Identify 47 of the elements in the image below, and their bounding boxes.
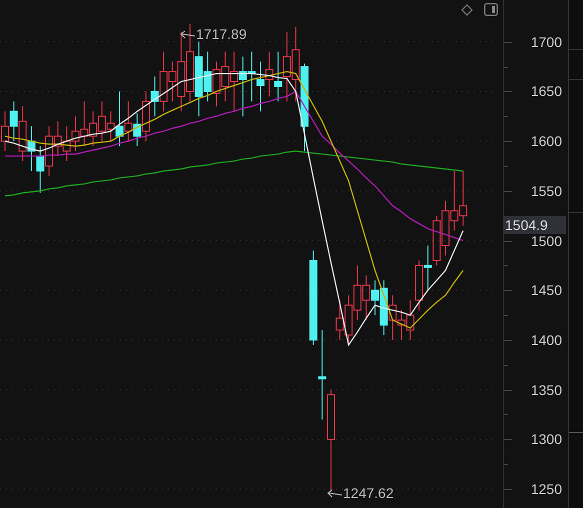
- high-price-label: 1717.89: [196, 25, 247, 44]
- candlestick: [265, 51, 274, 97]
- candlestick: [10, 100, 18, 142]
- price-axis-label: 1650: [530, 83, 562, 100]
- candlestick: [80, 100, 88, 147]
- candlestick: [45, 126, 54, 176]
- arrow-icon: [327, 488, 343, 498]
- price-axis-label: 1400: [530, 332, 562, 348]
- price-axis-label: 1600: [530, 133, 562, 150]
- candlestick: [336, 300, 344, 340]
- price-axis-label: 1300: [530, 431, 562, 448]
- candlestick: [62, 126, 71, 162]
- candlestick: [450, 170, 458, 232]
- candlestick: [432, 215, 441, 266]
- candlestick: [221, 51, 230, 102]
- price-axis-label: 1700: [530, 34, 562, 50]
- price-axis-label: 1350: [530, 382, 562, 398]
- candlestick: [230, 51, 238, 112]
- candlestick: [98, 100, 106, 142]
- price-axis-label: 1450: [530, 282, 562, 298]
- price-axis-label: 1550: [530, 182, 562, 199]
- candlestick: [353, 264, 362, 321]
- price-axis-label: 1500: [530, 232, 562, 249]
- candlestick: [415, 260, 424, 311]
- candlestick: [212, 61, 220, 107]
- price-axis-label: 1250: [530, 481, 562, 498]
- candlestick: [18, 106, 27, 162]
- panel-toggle-icon[interactable]: [484, 3, 498, 16]
- low-price-label: 1247.62: [343, 484, 394, 503]
- candlestick: [124, 100, 132, 142]
- candlestick: [274, 51, 282, 102]
- candlestick: [344, 294, 353, 346]
- candlestick: [406, 300, 414, 340]
- candlestick: [89, 110, 98, 147]
- candlestick: [248, 51, 256, 102]
- candlestick: [36, 146, 44, 194]
- candlestick: [424, 245, 432, 291]
- candlestick: [238, 56, 247, 117]
- candlestick: [362, 274, 370, 321]
- arrow-icon: [180, 30, 196, 40]
- last-price-tag: 1504.9: [504, 216, 566, 234]
- candlestick: [282, 31, 291, 102]
- diamond-icon[interactable]: [461, 4, 473, 16]
- candlestick: [459, 170, 468, 226]
- candlestick: [27, 126, 36, 172]
- candlestick: [71, 116, 80, 152]
- candlestick: [54, 120, 62, 157]
